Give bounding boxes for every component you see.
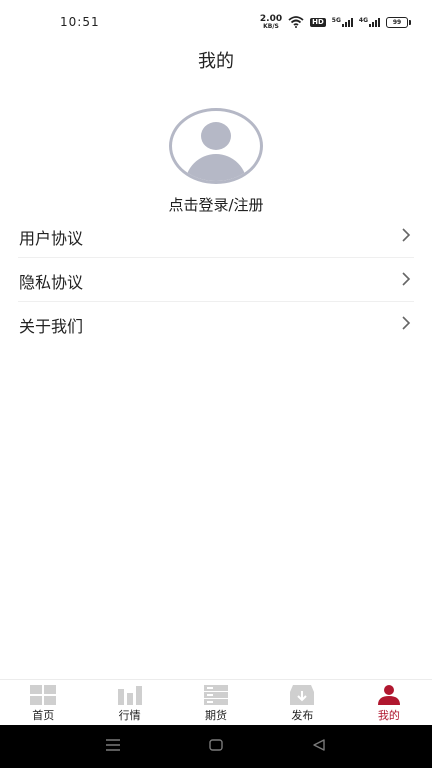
chevron-right-icon [402,272,411,286]
status-time: 10:51 [60,15,100,29]
tab-label: 期货 [205,709,228,722]
menu-item-label: 隐私协议 [19,273,84,292]
menu-item-about-us[interactable]: 关于我们 [18,302,414,345]
tab-label: 发布 [291,709,314,722]
grid-icon [30,685,57,705]
chevron-right-icon [402,228,411,242]
menu-item-label: 用户协议 [19,229,84,248]
signal-icon-sim1: 5G [331,16,353,27]
status-icons: 2.00 KB/S HD 5G 4G 99 [260,13,411,31]
menu-item-privacy-policy[interactable]: 隐私协议 [18,258,414,302]
bar-chart-icon [117,686,142,705]
tab-label: 行情 [118,709,141,722]
sim2-network-type: 4G [358,16,368,24]
tab-home[interactable]: 首页 [0,680,86,726]
avatar-placeholder-icon [169,108,263,184]
avatar[interactable] [169,108,263,184]
home-icon[interactable] [209,739,223,751]
chevron-right-icon [402,316,411,330]
menu-item-label: 关于我们 [19,317,84,336]
page-title: 我的 [198,51,234,72]
network-speed-unit: KB/S [263,22,279,30]
tab-publish[interactable]: 发布 [259,680,345,726]
server-stack-icon [204,685,229,705]
back-icon[interactable] [312,739,326,751]
login-register-link[interactable]: 点击登录/注册 [0,194,432,215]
sim1-network-type: 5G [331,16,341,24]
tab-label: 我的 [377,709,400,722]
wifi-icon [288,16,304,28]
menu-icon[interactable] [106,739,120,751]
network-speed: 2.00 KB/S [260,14,282,30]
battery-icon: 99 [386,16,411,28]
tab-market[interactable]: 行情 [86,680,172,726]
menu-item-user-agreement[interactable]: 用户协议 [18,214,414,258]
person-icon [377,685,400,705]
status-bar: 10:51 2.00 KB/S HD 5G 4G 99 [0,0,432,44]
tab-mine[interactable]: 我的 [346,680,432,726]
bottom-tab-bar: 首页 行情 期货 发布 我的 [0,679,432,726]
signal-icon-sim2: 4G [358,16,380,27]
inbox-download-icon [290,685,315,705]
tab-label: 首页 [32,709,55,722]
tab-futures[interactable]: 期货 [173,680,259,726]
menu-list: 用户协议 隐私协议 关于我们 [0,214,432,345]
hd-voice-badge: HD [310,17,326,27]
system-navigation-bar [0,725,432,768]
